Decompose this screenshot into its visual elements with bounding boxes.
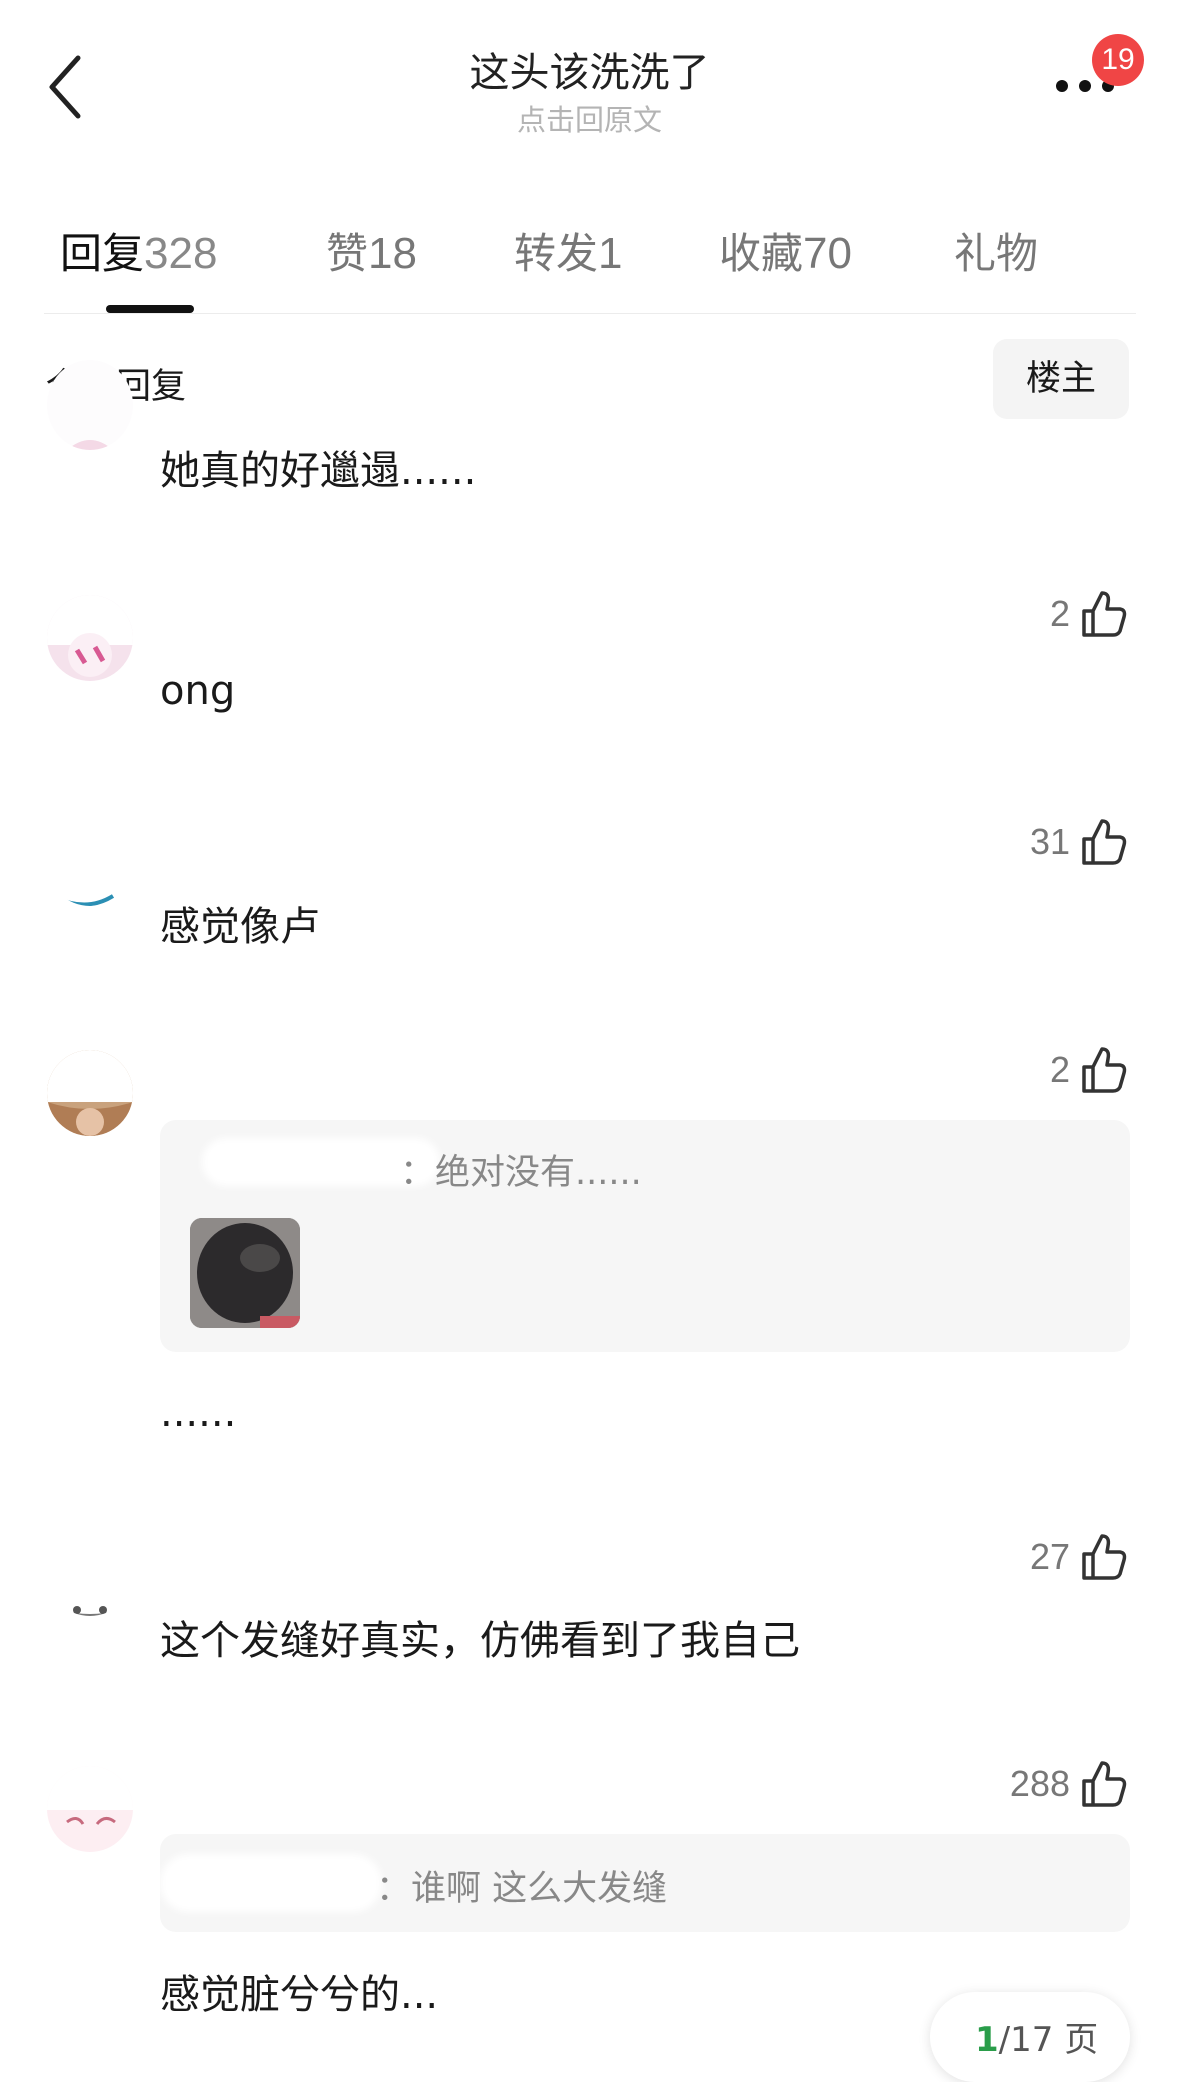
page-title: 这头该洗洗了: [469, 50, 710, 96]
thumbs-up-icon: [1082, 1047, 1127, 1093]
like-count: 2: [1049, 1049, 1070, 1090]
tab-gifts[interactable]: 礼物: [954, 220, 1038, 281]
tab-reposts[interactable]: 转发1: [514, 220, 623, 281]
tab-active-indicator: [106, 305, 194, 313]
like-button[interactable]: 2: [1050, 589, 1128, 639]
quoted-text: ：谁啊 这么大发缝: [376, 1869, 668, 1909]
like-count: 31: [1029, 821, 1070, 862]
back-to-original-link[interactable]: 点击回原文: [0, 97, 1179, 139]
like-count: 2: [1049, 593, 1070, 634]
quoted-reply[interactable]: ：绝对没有......: [160, 1120, 1130, 1352]
thumbs-up-icon: [1082, 1761, 1127, 1807]
avatar[interactable]: [47, 1766, 133, 1852]
thumbs-up-icon: [1082, 1534, 1127, 1580]
page-indicator[interactable]: 1/17 页: [930, 1992, 1130, 2082]
like-count: 27: [1029, 1536, 1070, 1577]
tab-favorites[interactable]: 收藏70: [719, 220, 852, 281]
thumbs-up-icon: [1082, 591, 1127, 637]
divider: [44, 313, 1136, 314]
comment-text: ......: [160, 1390, 237, 1436]
quoted-text: ：绝对没有......: [400, 1153, 642, 1193]
avatar[interactable]: [47, 595, 133, 681]
like-button[interactable]: 288: [1010, 1759, 1128, 1809]
like-button[interactable]: 31: [1030, 817, 1128, 867]
like-button[interactable]: 2: [1050, 1045, 1128, 1095]
thumbs-up-icon: [1082, 819, 1127, 865]
op-only-filter-button[interactable]: 楼主: [993, 339, 1129, 419]
notification-badge: 19: [1092, 34, 1144, 86]
avatar[interactable]: [47, 1530, 133, 1616]
quoted-image-thumbnail[interactable]: [190, 1218, 300, 1328]
like-button[interactable]: 27: [1030, 1532, 1128, 1582]
comment-text: 感觉脏兮兮的...: [160, 1972, 439, 2018]
like-count: 288: [1009, 1763, 1070, 1804]
comment-text: 感觉像卢: [160, 904, 320, 950]
avatar[interactable]: [47, 820, 133, 906]
tab-replies[interactable]: 回复328: [60, 220, 217, 281]
avatar[interactable]: [47, 1050, 133, 1136]
comment-text: 这个发缝好真实，仿佛看到了我自己: [160, 1618, 800, 1664]
redacted-username: [160, 1854, 382, 1912]
comment-text: ong: [160, 668, 236, 714]
quoted-reply[interactable]: ：谁啊 这么大发缝: [160, 1834, 1130, 1932]
comment-text: 她真的好邋遢......: [160, 448, 477, 494]
avatar[interactable]: [47, 360, 133, 450]
tab-likes[interactable]: 赞18: [326, 220, 417, 281]
